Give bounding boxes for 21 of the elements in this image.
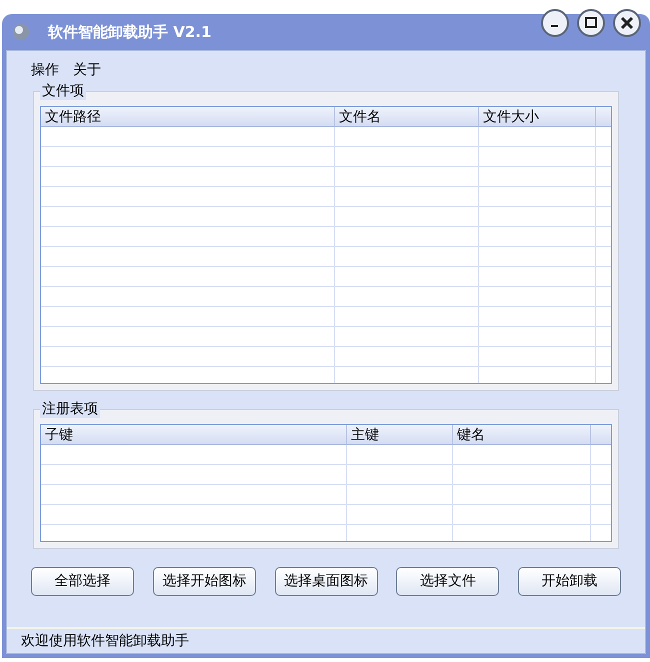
- column-header[interactable]: 文件大小: [479, 107, 596, 126]
- column-header[interactable]: 键名: [453, 425, 591, 444]
- column-header[interactable]: 主键: [347, 425, 453, 444]
- action-button[interactable]: 全部选择: [31, 567, 134, 596]
- column-header[interactable]: 文件名: [335, 107, 479, 126]
- app-icon: [12, 23, 30, 41]
- close-icon[interactable]: [612, 8, 642, 38]
- group-title: 注册表项: [40, 400, 100, 418]
- menu-item[interactable]: 关于: [73, 61, 101, 79]
- status-bar: 欢迎使用软件智能卸载助手: [7, 627, 645, 653]
- menu-item[interactable]: 操作: [31, 61, 59, 79]
- window-title: 软件智能卸载助手 V2.1: [48, 22, 212, 43]
- action-button[interactable]: 选择文件: [396, 567, 500, 596]
- action-button[interactable]: 开始卸载: [518, 567, 621, 596]
- action-button[interactable]: 选择开始图标: [152, 567, 256, 596]
- column-header[interactable]: 文件路径: [41, 107, 335, 126]
- action-button[interactable]: 选择桌面图标: [274, 567, 378, 596]
- minimize-icon[interactable]: [540, 8, 570, 38]
- group-title: 文件项: [40, 82, 86, 100]
- maximize-icon[interactable]: [576, 8, 606, 38]
- column-header[interactable]: 子键: [41, 425, 347, 444]
